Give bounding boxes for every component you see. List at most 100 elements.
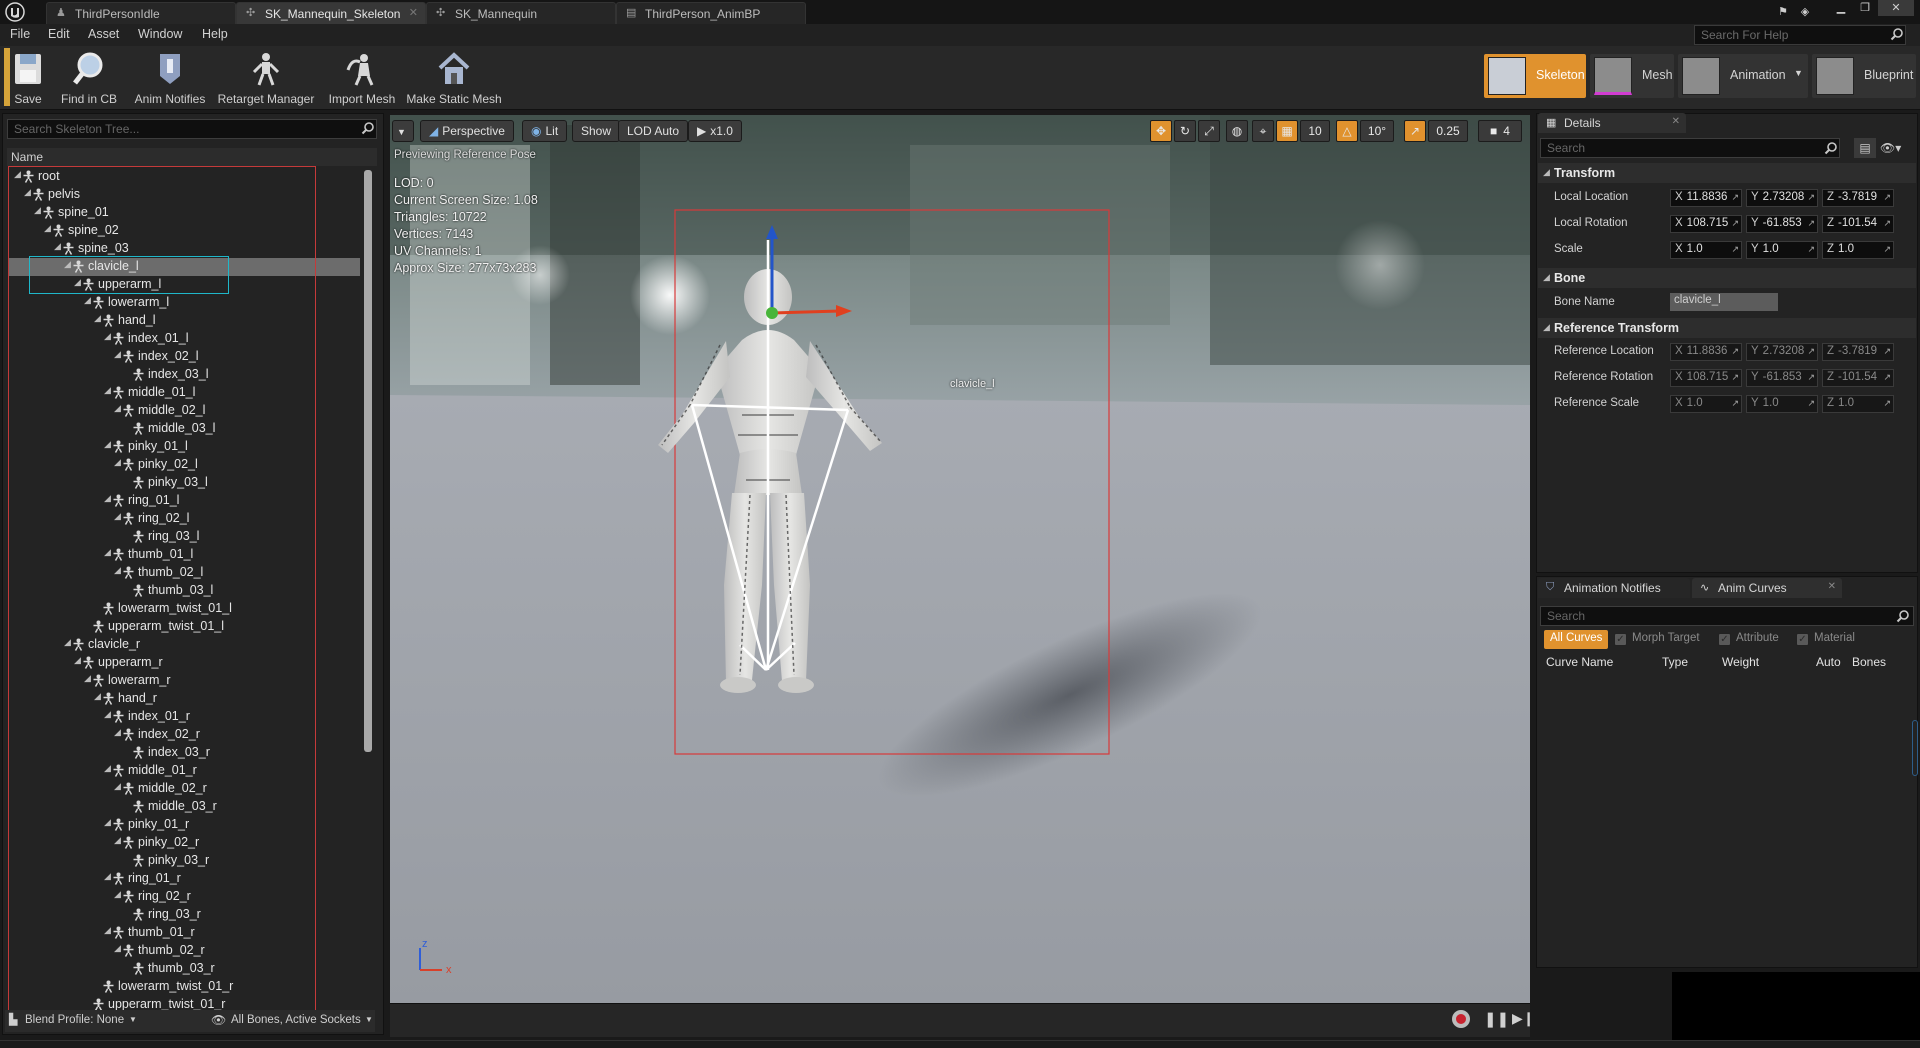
help-search-input[interactable]: Search For Help <box>1694 25 1906 45</box>
expand-arrow-icon[interactable]: ◢ <box>64 637 71 648</box>
tree-row-thumb-01-l[interactable]: ◢ thumb_01_l <box>8 546 360 564</box>
tree-row-middle-01-r[interactable]: ◢ middle_01_r <box>8 762 360 780</box>
tree-row-ring-02-l[interactable]: ◢ ring_02_l <box>8 510 360 528</box>
tree-row-spine-02[interactable]: ◢ spine_02 <box>8 222 360 240</box>
tree-row-thumb-02-l[interactable]: ◢ thumb_02_l <box>8 564 360 582</box>
record-button[interactable] <box>1452 1010 1470 1028</box>
rotation-snap-icon[interactable]: △ <box>1336 120 1358 142</box>
blend-profile-dropdown[interactable]: Blend Profile: None <box>25 1014 124 1026</box>
expand-arrow-icon[interactable]: ◢ <box>34 205 41 216</box>
expand-arrow-icon[interactable]: ◢ <box>114 835 121 846</box>
expand-arrow-icon[interactable]: ◢ <box>114 349 121 360</box>
grid-snap-icon[interactable]: ▦ <box>1276 120 1298 142</box>
unreal-logo-icon[interactable] <box>4 2 26 22</box>
camera-speed-button[interactable]: ■ 4 <box>1478 120 1522 142</box>
tab-sk-mannequin-skeleton[interactable]: ✣ SK_Mannequin_Skeleton ✕ <box>236 2 426 24</box>
scale-y-field[interactable]: Y 1.0 ↗ <box>1746 241 1818 259</box>
expand-arrow-icon[interactable]: ◢ <box>94 313 101 324</box>
world-space-icon[interactable]: ◍ <box>1226 120 1248 142</box>
tab-anim-curves[interactable]: ∿ Anim Curves ✕ <box>1692 578 1842 598</box>
expand-arrow-icon[interactable]: ◢ <box>114 889 121 900</box>
tree-row-thumb-03-l[interactable]: thumb_03_l <box>8 582 360 600</box>
tree-row-ring-03-l[interactable]: ring_03_l <box>8 528 360 546</box>
section-bone[interactable]: ◢ Bone <box>1538 268 1916 288</box>
local-location-y-field[interactable]: Y 2.73208 ↗ <box>1746 189 1818 207</box>
expand-arrow-icon[interactable]: ◢ <box>104 385 111 396</box>
import-mesh-button[interactable]: Import Mesh <box>326 48 398 106</box>
tree-row-pinky-02-l[interactable]: ◢ pinky_02_l <box>8 456 360 474</box>
local-rotation-x-field[interactable]: X 108.715 ↗ <box>1670 215 1742 233</box>
mode-blueprint-button[interactable]: Blueprint <box>1812 54 1916 98</box>
tree-row-lowerarm-twist-01-r[interactable]: lowerarm_twist_01_r <box>8 978 360 996</box>
column-curve-name[interactable]: Curve Name <box>1546 655 1613 669</box>
material-checkbox[interactable]: ✓ <box>1796 633 1809 646</box>
tree-row-middle-01-l[interactable]: ◢ middle_01_l <box>8 384 360 402</box>
section-transform[interactable]: ◢ Transform <box>1538 163 1916 183</box>
expand-arrow-icon[interactable]: ◢ <box>24 187 31 198</box>
tree-row-lowerarm-twist-01-l[interactable]: lowerarm_twist_01_l <box>8 600 360 618</box>
expand-arrow-icon[interactable]: ◢ <box>114 403 121 414</box>
local-location-x-field[interactable]: X 11.8836 ↗ <box>1670 189 1742 207</box>
expand-arrow-icon[interactable]: ◢ <box>114 565 121 576</box>
details-search-input[interactable]: Search <box>1540 138 1840 158</box>
expand-arrow-icon[interactable]: ◢ <box>14 169 21 180</box>
tree-row-lowerarm-r[interactable]: ◢ lowerarm_r <box>8 672 360 690</box>
expand-arrow-icon[interactable]: ◢ <box>84 295 91 306</box>
viewport-options-dropdown[interactable]: ▼ <box>392 120 414 142</box>
close-window-button[interactable]: ✕ <box>1878 0 1914 16</box>
translate-tool-icon[interactable]: ✥ <box>1150 120 1172 142</box>
tree-row-spine-03[interactable]: ◢ spine_03 <box>8 240 360 258</box>
expand-arrow-icon[interactable]: ◢ <box>114 943 121 954</box>
tree-scrollbar[interactable] <box>364 170 372 752</box>
tree-row-index-02-l[interactable]: ◢ index_02_l <box>8 348 360 366</box>
maximize-button[interactable]: ❐ <box>1854 0 1876 16</box>
expand-arrow-icon[interactable]: ◢ <box>44 223 51 234</box>
tree-row-ring-01-r[interactable]: ◢ ring_01_r <box>8 870 360 888</box>
section-reference-transform[interactable]: ◢ Reference Transform <box>1538 318 1916 338</box>
column-type[interactable]: Type <box>1662 655 1688 669</box>
tree-row-middle-02-l[interactable]: ◢ middle_02_l <box>8 402 360 420</box>
step-forward-button[interactable]: ▶❙ <box>1512 1010 1535 1027</box>
surface-snap-icon[interactable]: ⌖ <box>1252 120 1274 142</box>
expand-arrow-icon[interactable]: ◢ <box>114 511 121 522</box>
tree-row-pinky-01-r[interactable]: ◢ pinky_01_r <box>8 816 360 834</box>
tab-animation-notifies[interactable]: ⛉ Animation Notifies <box>1538 578 1690 598</box>
reference-rotation-label[interactable]: Reference Rotation <box>1554 371 1653 383</box>
column-auto[interactable]: Auto <box>1816 655 1846 669</box>
column-weight[interactable]: Weight <box>1722 655 1759 669</box>
tab-sk-mannequin[interactable]: ✣ SK_Mannequin <box>426 2 616 24</box>
source-control-icon[interactable]: ◈ <box>1794 4 1816 20</box>
menu-edit[interactable]: Edit <box>48 27 70 41</box>
property-matrix-icon[interactable]: ▤ <box>1854 138 1876 158</box>
tree-row-clavicle-r[interactable]: ◢ clavicle_r <box>8 636 360 654</box>
tree-row-hand-l[interactable]: ◢ hand_l <box>8 312 360 330</box>
pause-button[interactable]: ❚❚ <box>1484 1010 1509 1028</box>
reference-location-label[interactable]: Reference Location <box>1554 345 1654 357</box>
expand-arrow-icon[interactable]: ◢ <box>104 493 111 504</box>
scale-snap-icon[interactable]: ↗ <box>1404 120 1426 142</box>
tree-row-index-02-r[interactable]: ◢ index_02_r <box>8 726 360 744</box>
tree-row-index-03-r[interactable]: index_03_r <box>8 744 360 762</box>
find-in-cb-button[interactable]: Find in CB <box>58 48 120 106</box>
tab-third-person-animbp[interactable]: ▤ ThirdPerson_AnimBP <box>616 2 806 24</box>
local-location-z-field[interactable]: Z -3.7819 ↗ <box>1822 189 1894 207</box>
tab-details[interactable]: ▦ Details ✕ <box>1538 113 1686 133</box>
tree-row-spine-01[interactable]: ◢ spine_01 <box>8 204 360 222</box>
tree-row-ring-03-r[interactable]: ring_03_r <box>8 906 360 924</box>
expand-arrow-icon[interactable]: ◢ <box>54 241 61 252</box>
expand-arrow-icon[interactable]: ◢ <box>114 457 121 468</box>
view-mode-button[interactable]: ◢ Perspective <box>420 120 514 142</box>
menu-file[interactable]: File <box>10 27 30 41</box>
expand-arrow-icon[interactable]: ◢ <box>74 277 81 288</box>
tree-row-thumb-03-r[interactable]: thumb_03_r <box>8 960 360 978</box>
bone-filter-dropdown[interactable]: All Bones, Active Sockets <box>231 1014 361 1026</box>
save-button[interactable]: Save <box>10 48 46 106</box>
attribute-checkbox[interactable]: ✓ <box>1718 633 1731 646</box>
tab-third-person-idle[interactable]: ♟ ThirdPersonIdle <box>46 2 236 24</box>
anim-notifies-button[interactable]: Anim Notifies <box>130 48 210 106</box>
tree-row-middle-02-r[interactable]: ◢ middle_02_r <box>8 780 360 798</box>
tree-row-hand-r[interactable]: ◢ hand_r <box>8 690 360 708</box>
filter-all-curves-button[interactable]: All Curves <box>1544 630 1609 649</box>
local-rotation-y-field[interactable]: Y -61.853 ↗ <box>1746 215 1818 233</box>
menu-window[interactable]: Window <box>138 27 182 41</box>
